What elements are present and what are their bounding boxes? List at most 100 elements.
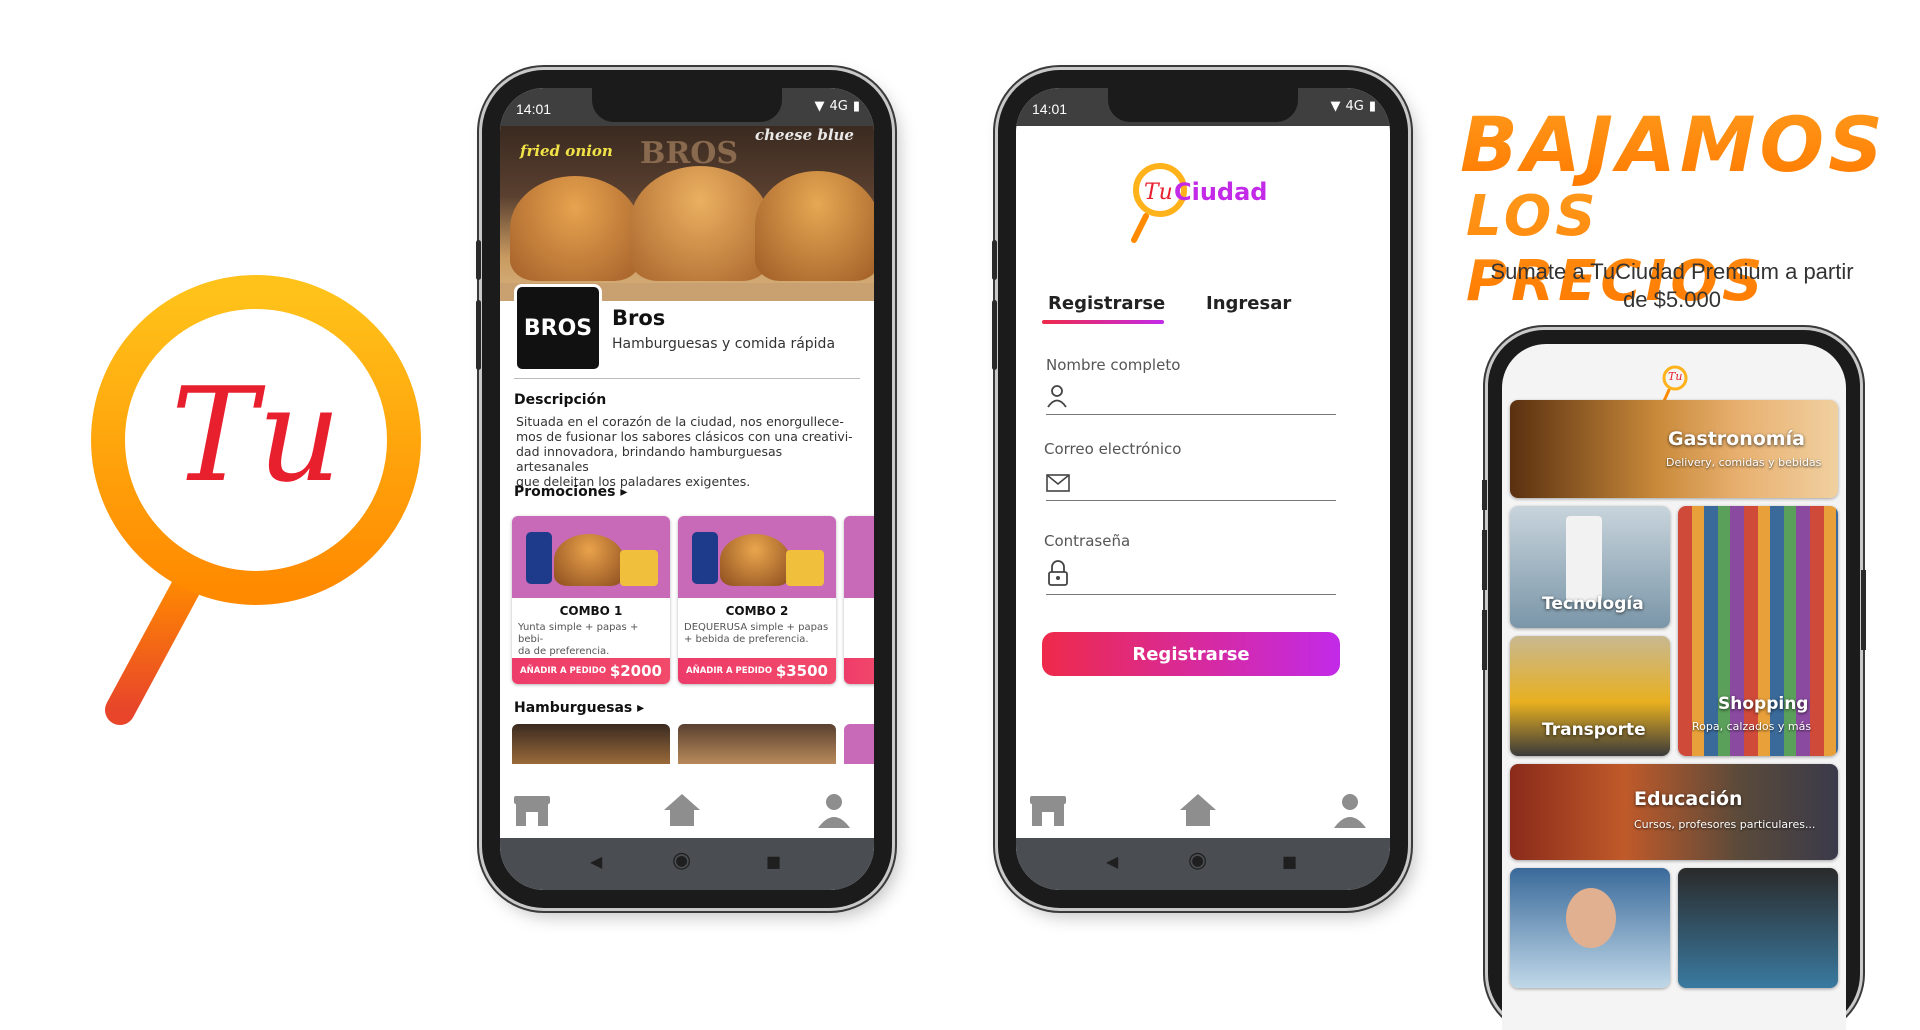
promo-card-partial[interactable] <box>844 516 874 684</box>
category-title: Tecnología <box>1542 594 1644 614</box>
profile-icon[interactable] <box>814 792 854 828</box>
promo-desc-line: da de preferencia. <box>518 646 610 657</box>
promo-subtitle-line: Sumate a TuCiudad Premium a partir <box>1490 259 1854 284</box>
home-icon[interactable] <box>1178 792 1218 828</box>
burgers-title[interactable]: Hamburguesas ▸ <box>514 700 644 716</box>
add-to-order-bar[interactable]: AÑADIR A PEDIDO $2000 <box>512 658 670 684</box>
store-icon[interactable] <box>512 792 552 828</box>
home-circle-icon[interactable]: ◉ <box>1188 848 1207 873</box>
description-title: Descripción <box>514 392 607 408</box>
tuciudad-brand-logo: Tu Ciudad <box>1126 156 1306 246</box>
category-gastronomia[interactable]: Gastronomía Delivery, comidas y bebidas <box>1510 400 1838 498</box>
category-subtitle: Ropa, calzados y más <box>1692 720 1812 733</box>
category-title: Educación <box>1634 788 1743 810</box>
brand-tu: Tu <box>1144 180 1173 205</box>
status-time: 14:01 <box>1032 101 1068 117</box>
promo-desc-line: Yunta simple + papas + bebi- <box>518 622 639 645</box>
category-transporte[interactable]: Transporte <box>1510 636 1670 756</box>
recents-icon[interactable]: ■ <box>766 852 781 871</box>
password-label: Contraseña <box>1044 532 1131 550</box>
lock-icon <box>1048 560 1068 586</box>
home-circle-icon[interactable]: ◉ <box>672 848 691 873</box>
hero-label-right: cheese blue <box>755 126 854 144</box>
promo-name: COMBO 2 <box>725 604 789 618</box>
home-icon[interactable] <box>662 792 702 828</box>
tab-register[interactable]: Registrarse <box>1048 293 1165 314</box>
promo-card[interactable]: COMBO 2 DEQUERUSA simple + papas + bebid… <box>678 516 836 684</box>
brand-ciudad: Ciudad <box>1174 178 1268 206</box>
store-icon[interactable] <box>1028 792 1068 828</box>
network-label: 4G <box>829 99 848 114</box>
category-tecnologia[interactable]: Tecnología <box>1510 506 1670 628</box>
promo-image <box>678 516 836 598</box>
business-logo: BROS <box>514 284 602 372</box>
category-subtitle: Delivery, comidas y bebidas <box>1666 456 1822 469</box>
battery-icon: ▮ <box>852 99 860 114</box>
email-label: Correo electrónico <box>1044 440 1182 458</box>
promo-image <box>512 516 670 598</box>
promo-name: COMBO 1 <box>559 604 623 618</box>
recents-icon[interactable]: ■ <box>1282 852 1297 871</box>
phone-categories: Tu Gastronomía Delivery, comidas y bebid… <box>1482 330 1866 1030</box>
description-line: dad innovadora, brindando hamburguesas a… <box>516 444 783 474</box>
promo-desc-line: DEQUERUSA simple + papas <box>684 622 829 633</box>
phone-register: 14:01 ▼ 4G ▮ Tu Ciudad Registrarse Ingresa… <box>992 70 1408 908</box>
hero-label-middle: BROS <box>640 136 739 171</box>
wifi-icon: ▼ <box>1330 99 1341 114</box>
logo-mark-text: Tu <box>171 359 341 511</box>
mini-logo: Tu <box>1660 364 1690 404</box>
business-name: Bros <box>612 306 666 330</box>
business-category: Hamburguesas y comida rápida <box>612 336 836 352</box>
add-to-order-bar[interactable]: AÑADIR A PEDIDO $3500 <box>678 658 836 684</box>
status-time: 14:01 <box>516 101 552 117</box>
android-nav-bar: ◀ ◉ ■ <box>1016 838 1390 890</box>
category-shopping[interactable]: Shopping Ropa, calzados y más <box>1678 506 1838 756</box>
description-line: Situada en el corazón de la ciudad, nos … <box>516 414 844 429</box>
description-line: mos de fusionar los sabores clásicos con… <box>516 429 853 444</box>
category-tile-partial[interactable] <box>1678 868 1838 988</box>
promo-card[interactable]: COMBO 1 Yunta simple + papas + bebi- da … <box>512 516 670 684</box>
category-tile-partial[interactable] <box>1510 868 1670 988</box>
name-input[interactable] <box>1078 384 1342 410</box>
promo-price: $3500 <box>775 662 828 680</box>
battery-icon: ▮ <box>1368 99 1376 114</box>
category-title: Shopping <box>1718 694 1809 714</box>
business-hero-image: fried onion BROS cheese blue <box>500 126 874 301</box>
hero-label-left: fried onion <box>520 142 613 160</box>
add-to-order-label: AÑADIR A PEDIDO <box>686 666 773 676</box>
promo-subtitle: Sumate a TuCiudad Premium a partir de $5… <box>1452 258 1892 314</box>
description-text: Situada en el corazón de la ciudad, nos … <box>516 414 856 489</box>
register-button[interactable]: Registrarse <box>1042 632 1340 676</box>
category-educacion[interactable]: Educación Cursos, profesores particulare… <box>1510 764 1838 860</box>
tu-logo-magnifier: Tu <box>91 275 421 725</box>
tab-login[interactable]: Ingresar <box>1206 293 1291 314</box>
bottom-tab-bar <box>1016 780 1390 838</box>
promo-subtitle-line: de $5.000 <box>1623 287 1721 312</box>
mini-logo-text: Tu <box>1668 370 1683 383</box>
phone3-screen: Tu Gastronomía Delivery, comidas y bebid… <box>1502 344 1846 1030</box>
business-logo-text: BROS <box>523 315 593 341</box>
active-tab-indicator <box>1042 320 1164 324</box>
add-to-order-label: AÑADIR A PEDIDO <box>520 666 607 676</box>
promo-price: $2000 <box>609 662 662 680</box>
promo-desc-line: + bebida de preferencia. <box>684 634 809 645</box>
promo-desc: DEQUERUSA simple + papas + bebida de pre… <box>684 622 830 646</box>
back-icon[interactable]: ◀ <box>590 852 602 871</box>
mail-icon <box>1046 474 1070 492</box>
android-nav-bar: ◀ ◉ ■ <box>500 838 874 890</box>
email-input[interactable] <box>1078 472 1342 498</box>
user-icon <box>1047 385 1067 408</box>
bottom-tab-bar <box>500 780 874 838</box>
phone2-screen: 14:01 ▼ 4G ▮ Tu Ciudad Registrarse Ingresa… <box>1016 88 1390 890</box>
profile-icon[interactable] <box>1330 792 1370 828</box>
promotions-title[interactable]: Promociones ▸ <box>514 484 627 500</box>
network-label: 4G <box>1345 99 1364 114</box>
password-input[interactable] <box>1078 562 1342 588</box>
wifi-icon: ▼ <box>814 99 825 114</box>
phone1-screen: 14:01 ▼ 4G ▮ fried onion BROS cheese blue … <box>500 88 874 890</box>
back-icon[interactable]: ◀ <box>1106 852 1118 871</box>
name-label: Nombre completo <box>1046 356 1181 374</box>
phone-business-detail: 14:01 ▼ 4G ▮ fried onion BROS cheese blue … <box>476 70 892 908</box>
category-title: Gastronomía <box>1668 428 1805 450</box>
headline-line-1: BAJAMOS <box>1460 100 1887 189</box>
